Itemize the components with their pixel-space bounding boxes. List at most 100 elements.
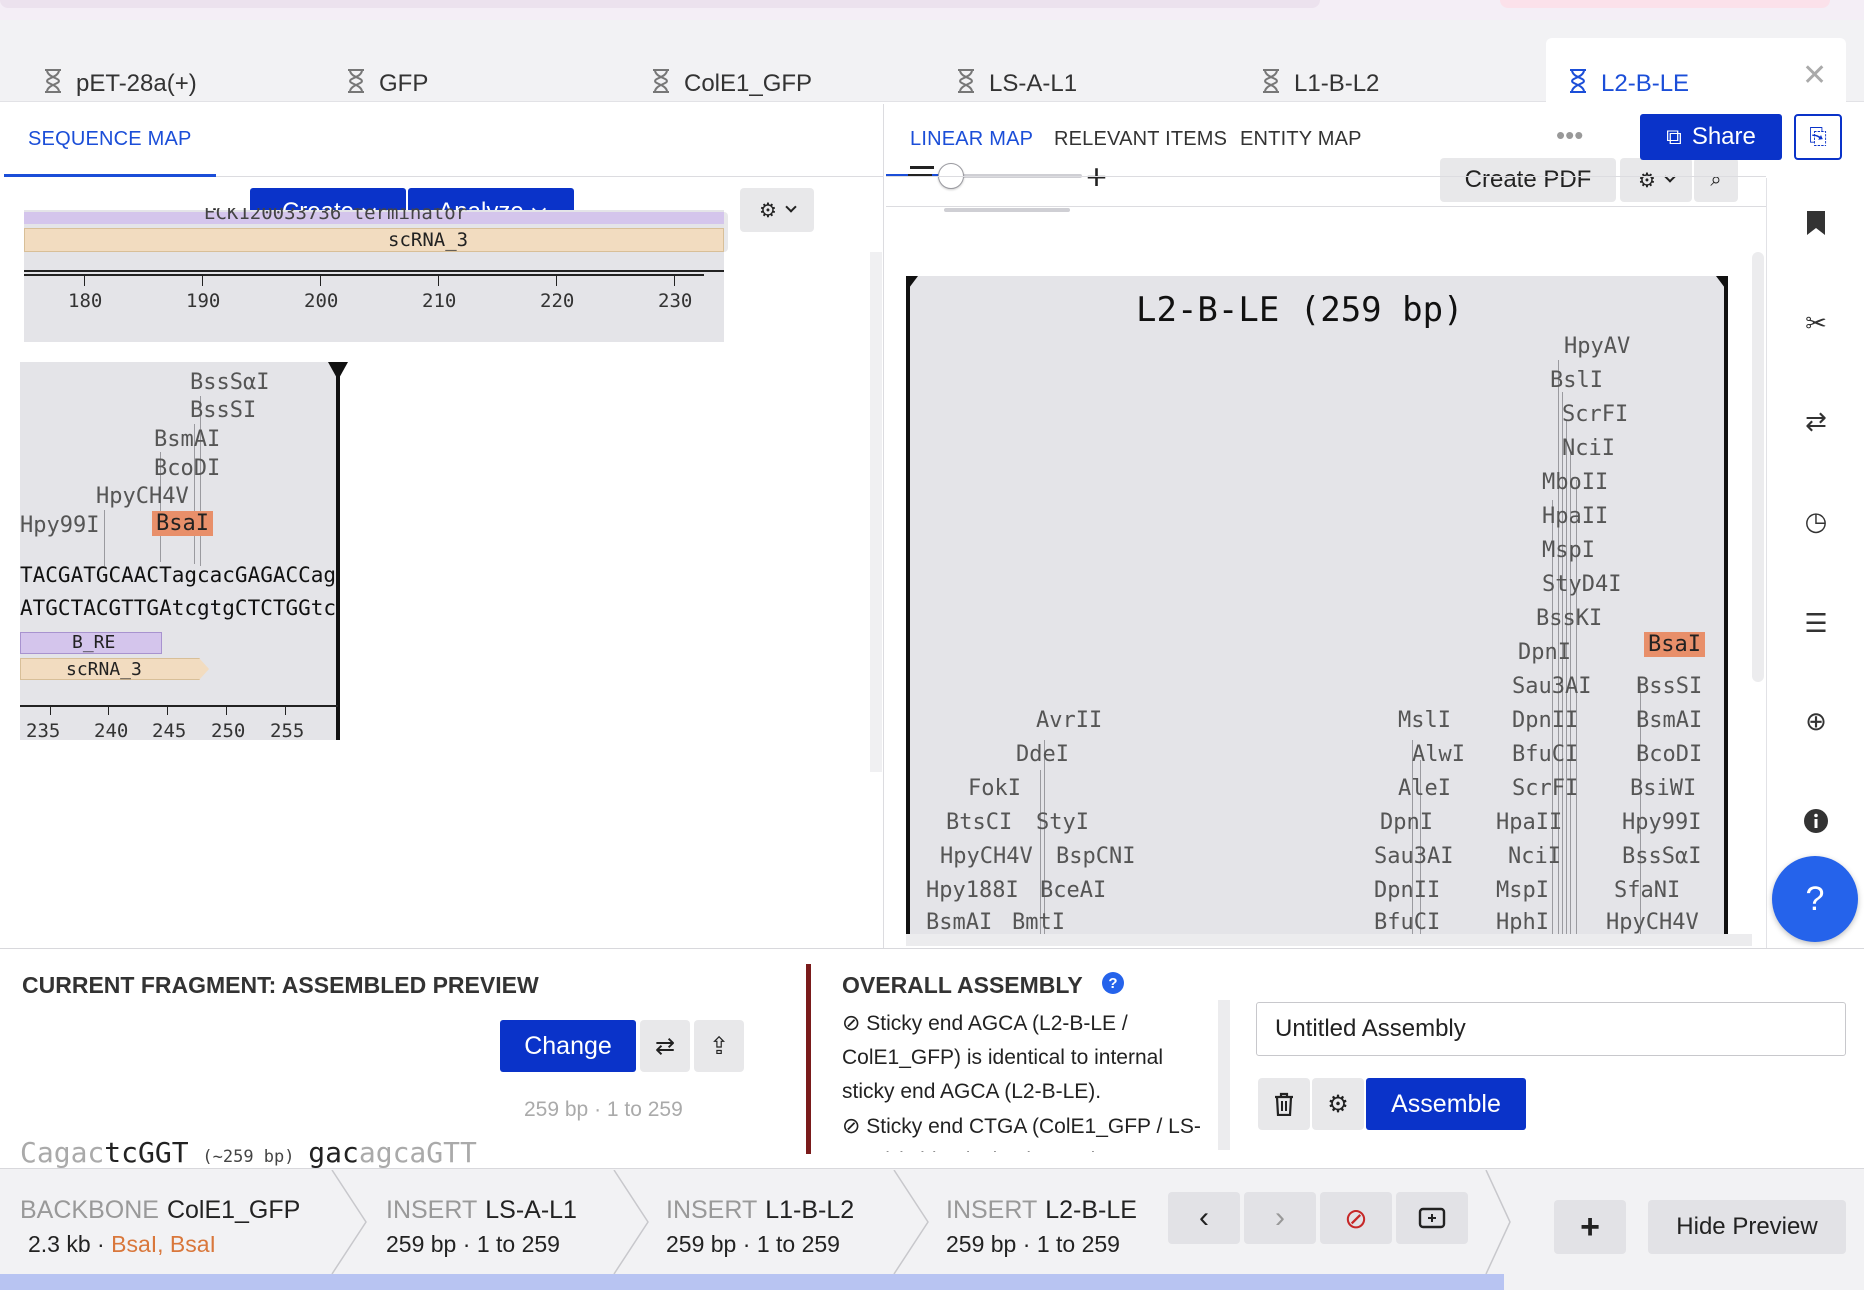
search-icon[interactable]: ⌕ (1694, 158, 1738, 202)
move-right-button[interactable]: › (1244, 1192, 1316, 1244)
enzyme-label[interactable]: BcoDI (154, 456, 220, 481)
horizontal-scrollbar[interactable] (906, 934, 1752, 946)
tab-l2-b-le[interactable]: L2-B-LE (1567, 34, 1689, 104)
enzyme-label[interactable]: BfuCI (1512, 742, 1578, 767)
enzyme-label[interactable]: DpnII (1512, 708, 1578, 733)
enzyme-label[interactable]: DdeI (1016, 742, 1069, 767)
enzyme-label[interactable]: BceAI (1040, 878, 1106, 903)
enzyme-label-highlighted[interactable]: BsaI (1644, 632, 1705, 657)
enzyme-label[interactable]: Hpy188I (926, 878, 1019, 903)
info-icon[interactable] (1801, 806, 1831, 836)
enzyme-label[interactable]: HpyAV (1564, 334, 1630, 359)
swap-icon[interactable]: ⇄ (640, 1020, 690, 1072)
enzyme-label[interactable]: HpyCH4V (96, 484, 189, 509)
assembly-name-input[interactable] (1256, 1002, 1846, 1056)
fragment-insert-3[interactable]: INSERT L2-B-LE 259 bp · 1 to 259 (946, 1196, 1137, 1258)
zoom-in-icon[interactable]: + (1086, 156, 1107, 198)
enzyme-label[interactable]: AlwI (1412, 742, 1465, 767)
more-tabs-icon[interactable]: ••• (1556, 120, 1583, 151)
enzyme-label[interactable]: BspCNI (1056, 844, 1135, 869)
export-icon[interactable]: ⇪ (694, 1020, 744, 1072)
hide-preview-button[interactable]: Hide Preview (1648, 1200, 1846, 1254)
tab-l1-b-l2[interactable]: L1-B-L2 (1260, 34, 1379, 104)
tab-entity-map[interactable]: ENTITY MAP (1240, 128, 1362, 151)
enzyme-label[interactable]: NciI (1508, 844, 1561, 869)
tab-gfp[interactable]: GFP (345, 34, 428, 104)
tab-relevant-items[interactable]: RELEVANT ITEMS (1054, 128, 1227, 151)
enzyme-label[interactable]: BmtI (1012, 910, 1065, 934)
crosshair-icon[interactable]: ⊕ (1801, 706, 1831, 736)
enzyme-label[interactable]: HphI (1496, 910, 1549, 934)
sequence-bottom-strand[interactable]: ATGCTACGTTGAtcgtgCTCTGGtctg (20, 596, 338, 620)
fragment-insert-1[interactable]: INSERT LS-A-L1 259 bp · 1 to 259 (386, 1196, 577, 1258)
enzyme-label[interactable]: BslI (1550, 368, 1603, 393)
enzyme-label[interactable]: HpaII (1496, 810, 1562, 835)
share-button[interactable]: ⧉ Share (1640, 114, 1782, 160)
enzyme-label-highlighted[interactable]: BsaI (152, 511, 213, 536)
enzyme-label[interactable]: DpnII (1374, 878, 1440, 903)
enzyme-label[interactable]: FokI (968, 776, 1021, 801)
enzyme-label[interactable]: Hpy99I (1622, 810, 1701, 835)
settings-dropdown-button[interactable]: ⚙ (740, 188, 814, 232)
enzyme-label[interactable]: BtsCI (946, 810, 1012, 835)
enzyme-label[interactable]: DpnI (1518, 640, 1571, 665)
enzyme-label[interactable]: HpaII (1542, 504, 1608, 529)
tab-cole1-gfp[interactable]: ColE1_GFP (650, 34, 812, 104)
enzyme-label[interactable]: MslI (1398, 708, 1451, 733)
enzyme-label[interactable]: AleI (1398, 776, 1451, 801)
enzyme-label[interactable]: MspI (1496, 878, 1549, 903)
settings-dropdown-button[interactable]: ⚙ (1620, 158, 1692, 202)
enzyme-label[interactable]: MboII (1542, 470, 1608, 495)
enzyme-label[interactable]: BssKI (1536, 606, 1602, 631)
enzyme-label[interactable]: Hpy99I (20, 513, 99, 538)
tab-ls-a-l1[interactable]: LS-A-L1 (955, 34, 1077, 104)
enzyme-label[interactable]: StyI (1036, 810, 1089, 835)
enzyme-label[interactable]: BssSI (1636, 674, 1702, 699)
assemble-button[interactable]: Assemble (1366, 1078, 1526, 1130)
remove-fragment-icon[interactable]: ⊘ (1320, 1192, 1392, 1244)
fragment-backbone[interactable]: BACKBONE ColE1_GFP 2.3 kb · BsaI, BsaI (20, 1196, 300, 1258)
zoom-out-icon[interactable] (910, 166, 934, 169)
enzyme-label[interactable]: BsmAI (926, 910, 992, 934)
gear-icon[interactable]: ⚙ (1312, 1078, 1364, 1130)
add-fragment-button[interactable]: + (1554, 1200, 1626, 1254)
fragment-insert-2[interactable]: INSERT L1-B-L2 259 bp · 1 to 259 (666, 1196, 854, 1258)
tab-sequence-map[interactable]: SEQUENCE MAP (28, 128, 192, 151)
swap-icon[interactable]: ⇄ (1801, 406, 1831, 436)
copy-icon[interactable]: ⎘ (1794, 114, 1842, 160)
help-icon[interactable]: ? (1102, 972, 1124, 994)
enzyme-label[interactable]: HpyCH4V (940, 844, 1033, 869)
zoom-slider[interactable] (944, 208, 1070, 212)
map-scrollbar[interactable] (1752, 252, 1764, 682)
align-left-icon[interactable]: ☰ (1801, 608, 1831, 638)
history-clock-icon[interactable]: ◷ (1801, 506, 1831, 536)
warnings-scrollbar[interactable] (1218, 1000, 1230, 1150)
enzyme-label[interactable]: BcoDI (1636, 742, 1702, 767)
enzyme-label[interactable]: BssSαI (190, 370, 269, 395)
enzyme-label[interactable]: BssSαI (1622, 844, 1701, 869)
enzyme-label[interactable]: SfaNI (1614, 878, 1680, 903)
enzyme-label[interactable]: HpyCH4V (1606, 910, 1699, 934)
change-button[interactable]: Change (500, 1020, 636, 1072)
trash-icon[interactable] (1258, 1078, 1310, 1130)
enzyme-label[interactable]: NciI (1562, 436, 1615, 461)
enzyme-label[interactable]: BsiWI (1630, 776, 1696, 801)
scissors-icon[interactable]: ✂ (1801, 308, 1831, 338)
enzyme-label[interactable]: Sau3AI (1374, 844, 1453, 869)
enzyme-label[interactable]: BsmAI (154, 427, 220, 452)
enzyme-label[interactable]: Sau3AI (1512, 674, 1591, 699)
fragment-options-icon[interactable] (1396, 1192, 1468, 1244)
enzyme-label[interactable]: BssSI (190, 398, 256, 423)
enzyme-label[interactable]: DpnI (1380, 810, 1433, 835)
move-left-button[interactable]: ‹ (1168, 1192, 1240, 1244)
enzyme-label[interactable]: ScrFI (1512, 776, 1578, 801)
left-map-scrollbar[interactable] (870, 252, 882, 772)
create-pdf-button[interactable]: Create PDF (1440, 158, 1616, 202)
enzyme-label[interactable]: ScrFI (1562, 402, 1628, 427)
enzyme-label[interactable]: AvrII (1036, 708, 1102, 733)
feature-scrna3-top[interactable] (24, 228, 724, 252)
enzyme-label[interactable]: BfuCI (1374, 910, 1440, 934)
bookmark-icon[interactable] (1801, 208, 1831, 238)
help-button[interactable]: ? (1772, 856, 1858, 942)
enzyme-label[interactable]: StyD4I (1542, 572, 1621, 597)
